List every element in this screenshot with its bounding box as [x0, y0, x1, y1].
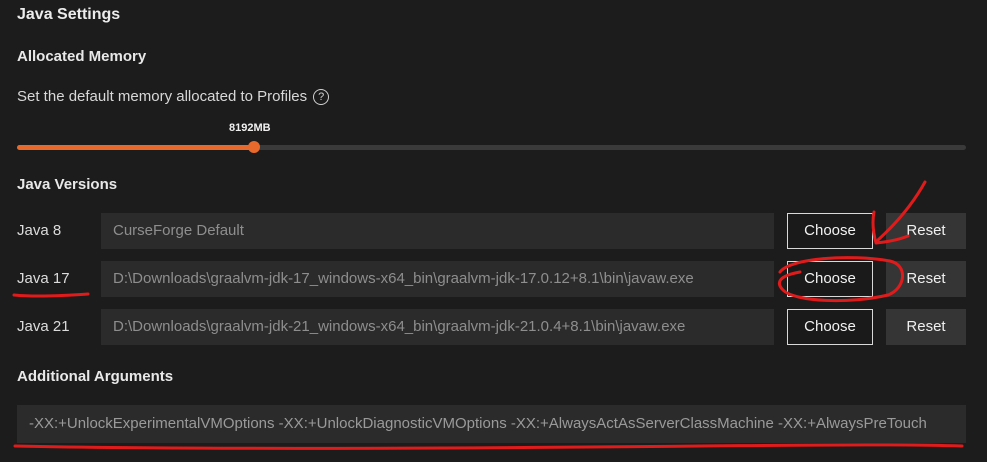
- java-21-choose-button[interactable]: Choose: [787, 309, 873, 345]
- java-17-label: Java 17: [17, 270, 70, 287]
- java-versions-heading: Java Versions: [17, 176, 118, 193]
- java-21-path-field[interactable]: D:\Downloads\graalvm-jdk-21_windows-x64_…: [101, 309, 774, 345]
- memory-slider[interactable]: [17, 141, 966, 153]
- help-icon[interactable]: ?: [313, 89, 330, 106]
- page-title: Java Settings: [17, 6, 121, 23]
- java-17-path-field[interactable]: D:\Downloads\graalvm-jdk-17_windows-x64_…: [101, 261, 774, 297]
- java-8-reset-button[interactable]: Reset: [886, 213, 966, 249]
- memory-description: Set the default memory allocated to Prof…: [17, 88, 330, 106]
- additional-arguments-input[interactable]: -XX:+UnlockExperimentalVMOptions -XX:+Un…: [17, 405, 966, 443]
- java-8-label: Java 8: [17, 222, 62, 239]
- memory-description-text: Set the default memory allocated to Prof…: [17, 88, 308, 105]
- annotation-underline-arguments: [13, 443, 964, 450]
- java-17-choose-button[interactable]: Choose: [787, 261, 873, 297]
- java-8-choose-button[interactable]: Choose: [787, 213, 873, 249]
- memory-slider-thumb[interactable]: [248, 141, 260, 153]
- java-17-reset-button[interactable]: Reset: [886, 261, 966, 297]
- memory-slider-value: 8192MB: [229, 122, 271, 134]
- java-21-reset-button[interactable]: Reset: [886, 309, 966, 345]
- annotation-underline-java17: [12, 292, 90, 298]
- allocated-memory-heading: Allocated Memory: [17, 48, 147, 65]
- memory-slider-fill: [17, 145, 254, 150]
- java-8-path-field[interactable]: CurseForge Default: [101, 213, 774, 249]
- additional-arguments-heading: Additional Arguments: [17, 368, 174, 385]
- java-21-label: Java 21: [17, 318, 70, 335]
